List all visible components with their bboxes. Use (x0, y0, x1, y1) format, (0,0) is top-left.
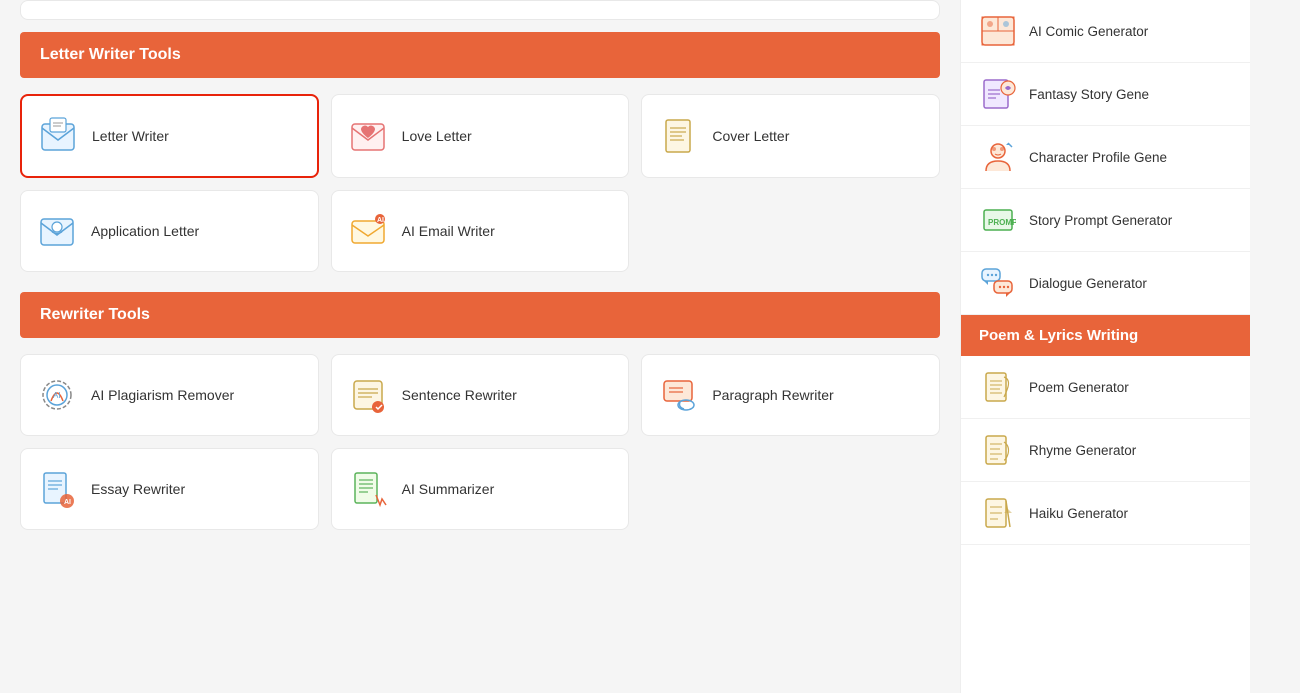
sidebar-item-ai-comic-generator[interactable]: AI Comic Generator (961, 0, 1250, 63)
letter-writer-section: Letter Writer Tools Letter Writer (20, 32, 940, 272)
tool-card-love-letter[interactable]: Love Letter (331, 94, 630, 178)
letter-writer-grid: Letter Writer Love Letter (20, 94, 940, 272)
sentence-rewriter-icon (346, 373, 390, 417)
dialogue-generator-icon (979, 264, 1017, 302)
ai-email-writer-icon: AI (346, 209, 390, 253)
essay-rewriter-icon: AI (35, 467, 79, 511)
paragraph-rewriter-label: Paragraph Rewriter (712, 386, 833, 404)
cover-letter-label: Cover Letter (712, 127, 789, 145)
tool-card-letter-writer[interactable]: Letter Writer (20, 94, 319, 178)
letter-writer-label: Letter Writer (92, 127, 169, 145)
essay-rewriter-label: Essay Rewriter (91, 480, 185, 498)
sidebar-item-fantasy-story-gene[interactable]: Fantasy Story Gene (961, 63, 1250, 126)
tool-card-cover-letter[interactable]: Cover Letter (641, 94, 940, 178)
sidebar-item-character-profile-gene[interactable]: Character Profile Gene (961, 126, 1250, 189)
sidebar-story-prompt-label: Story Prompt Generator (1029, 213, 1172, 228)
ai-email-writer-label: AI Email Writer (402, 222, 495, 240)
application-letter-label: Application Letter (91, 222, 199, 240)
paragraph-rewriter-icon (656, 373, 700, 417)
top-strip (20, 0, 940, 20)
sidebar-character-profile-label: Character Profile Gene (1029, 150, 1167, 165)
letter-writer-header: Letter Writer Tools (20, 32, 940, 78)
fantasy-story-gene-icon (979, 75, 1017, 113)
poem-lyrics-header-label: Poem & Lyrics Writing (979, 327, 1138, 344)
sidebar-item-dialogue-generator[interactable]: Dialogue Generator (961, 252, 1250, 315)
sidebar-item-haiku-generator[interactable]: Haiku Generator (961, 482, 1250, 545)
sidebar-poem-generator-label: Poem Generator (1029, 380, 1129, 395)
main-content: Letter Writer Tools Letter Writer (0, 0, 960, 693)
rewriter-section: Rewriter Tools AI AI Plagiarism Remover (20, 292, 940, 530)
tool-card-ai-summarizer[interactable]: AI Summarizer (331, 448, 630, 530)
application-letter-icon (35, 209, 79, 253)
poem-generator-icon (979, 368, 1017, 406)
tool-card-essay-rewriter[interactable]: AI Essay Rewriter (20, 448, 319, 530)
haiku-generator-icon (979, 494, 1017, 532)
tool-card-sentence-rewriter[interactable]: Sentence Rewriter (331, 354, 630, 436)
tool-card-ai-plagiarism-remover[interactable]: AI AI Plagiarism Remover (20, 354, 319, 436)
sidebar-fantasy-story-label: Fantasy Story Gene (1029, 87, 1149, 102)
letter-writer-icon (36, 114, 80, 158)
poem-lyrics-section-header: Poem & Lyrics Writing (961, 315, 1250, 356)
rewriter-header: Rewriter Tools (20, 292, 940, 338)
sidebar-item-story-prompt-generator[interactable]: PROMPT Story Prompt Generator (961, 189, 1250, 252)
sidebar-item-poem-generator[interactable]: Poem Generator (961, 356, 1250, 419)
rewriter-header-label: Rewriter Tools (40, 306, 150, 323)
svg-text:AI: AI (53, 391, 61, 400)
ai-plagiarism-remover-icon: AI (35, 373, 79, 417)
tool-card-paragraph-rewriter[interactable]: Paragraph Rewriter (641, 354, 940, 436)
ai-summarizer-label: AI Summarizer (402, 480, 495, 498)
tool-card-application-letter[interactable]: Application Letter (20, 190, 319, 272)
sidebar-item-rhyme-generator[interactable]: Rhyme Generator (961, 419, 1250, 482)
svg-text:PROMPT: PROMPT (988, 218, 1016, 227)
rewriter-grid: AI AI Plagiarism Remover (20, 354, 940, 530)
tool-card-ai-email-writer[interactable]: AI AI Email Writer (331, 190, 630, 272)
sidebar-haiku-generator-label: Haiku Generator (1029, 506, 1128, 521)
ai-comic-generator-icon (979, 12, 1017, 50)
ai-plagiarism-remover-label: AI Plagiarism Remover (91, 386, 234, 404)
sidebar: AI Comic Generator Fantasy Story Gene (960, 0, 1250, 693)
svg-text:AI: AI (377, 217, 384, 224)
rhyme-generator-icon (979, 431, 1017, 469)
sentence-rewriter-label: Sentence Rewriter (402, 386, 517, 404)
cover-letter-icon (656, 114, 700, 158)
sidebar-ai-comic-label: AI Comic Generator (1029, 24, 1148, 39)
character-profile-gene-icon (979, 138, 1017, 176)
love-letter-icon (346, 114, 390, 158)
story-prompt-generator-icon: PROMPT (979, 201, 1017, 239)
sidebar-dialogue-generator-label: Dialogue Generator (1029, 276, 1147, 291)
svg-text:AI: AI (64, 499, 71, 506)
love-letter-label: Love Letter (402, 127, 472, 145)
ai-summarizer-icon (346, 467, 390, 511)
sidebar-rhyme-generator-label: Rhyme Generator (1029, 443, 1136, 458)
letter-writer-header-label: Letter Writer Tools (40, 46, 181, 63)
